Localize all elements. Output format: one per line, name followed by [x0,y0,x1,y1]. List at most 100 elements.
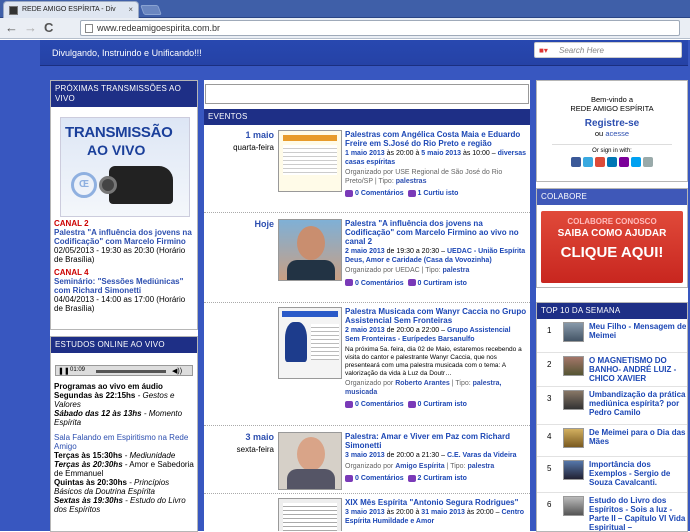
openid-icon[interactable] [643,157,653,167]
event-thumbnail[interactable] [278,219,342,281]
event-description: Na próxima 5a. feira, dia 02 de Maio, es… [345,346,522,377]
organizer-link[interactable]: Roberto Arantes [395,380,450,387]
search-input[interactable]: ■▾ Search Here [534,42,682,58]
canal2-title-link[interactable]: Palestra "A influência dos jovens na Cod… [54,228,196,246]
address-bar-row: ← → C www.redeamigoespirita.com.br [0,18,690,39]
comments-link[interactable]: 0 Comentários [355,475,404,482]
canal4-title-link[interactable]: Seminário: "Sessões Mediúnicas" com Rich… [54,277,196,295]
top10-link[interactable]: Meu Filho - Mensagem de Meimei [589,322,687,340]
event-type-link[interactable]: palestras [396,178,427,185]
close-tab-icon[interactable]: × [128,5,133,14]
top10-link[interactable]: Umbandização da prática mediúnica espíri… [589,390,687,417]
event-actions: 0 Comentários 1 Curtiu isto [345,189,527,198]
audio-player[interactable]: ❚❚ 01:09 ◀)) [55,365,193,376]
live-transmission-banner[interactable]: TRANSMISSÃO AO VIVO Œ [60,117,190,217]
top10-item[interactable]: 4 De Meimei para o Dia das Mães [537,425,687,457]
banner-line-2: AO VIVO [87,142,146,158]
linkedin-icon[interactable] [607,157,617,167]
back-icon[interactable]: ← [5,20,18,36]
event-date: Hoje [204,219,274,229]
browser-tab-strip: REDE AMIGO ESPÍRITA - Div × [0,0,690,18]
like-link[interactable]: 1 Curtiu isto [418,190,459,197]
event-title-link[interactable]: XIX Mês Espírita "Antonio Segura Rodrigu… [345,498,527,507]
top10-title: TOP 10 DA SEMANA [537,303,687,319]
event-title-link[interactable]: Palestra "A influência dos jovens na Cod… [345,219,527,246]
top-search-bar[interactable] [205,84,529,104]
event-thumbnail[interactable] [278,307,342,379]
event-organizer: Organizado por UEDAC | Tipo: palestra [345,267,527,276]
top10-item[interactable]: 2 O MAGNETISMO DO BANHO- ANDRÉ LUIZ - CHI… [537,353,687,387]
event-weekday: sexta-feira [236,445,274,454]
banner-line: SAIBA COMO AJUDAR [557,228,667,239]
event-sep: de 20:00 a 22:00 – [384,327,447,334]
top10-thumbnail [563,496,584,516]
organizer-link[interactable]: Amigo Espírita [395,463,444,470]
google-icon[interactable] [595,157,605,167]
event-row: Hoje Palestra "A influência dos jovens n… [204,213,530,303]
top10-thumbnail [563,460,584,480]
pause-icon[interactable]: ❚❚ [58,367,70,375]
top10-item[interactable]: 6 Estudo do Livro dos Espíritos - Sois a … [537,493,687,531]
event-row: 1 maio quarta-feira Palestras com Angéli… [204,126,530,213]
event-sep: às 10:00 – [461,150,498,157]
welcome-widget: Bem-vindo a REDE AMIGO ESPÍRITA Registre… [536,80,688,182]
search-placeholder: Search Here [559,46,604,55]
like-icon [407,400,416,408]
event-title-link[interactable]: Palestra: Amar e Viver em Paz com Richar… [345,432,527,450]
yahoo-icon[interactable] [619,157,629,167]
program-time: Segundas às 22:15hs [54,391,136,400]
colabore-banner[interactable]: COLABORE CONOSCO SAIBA COMO AJUDAR CLIQU… [541,211,683,283]
top10-link[interactable]: De Meimei para o Dia das Mães [589,428,687,446]
event-day: Hoje [254,219,274,229]
like-link[interactable]: 0 Curtiram isto [418,280,467,287]
like-link[interactable]: 2 Curtiram isto [418,475,467,482]
event-place-link[interactable]: C.E. Varas da Videira [447,452,517,459]
twitter-icon[interactable] [583,157,593,167]
event-text: Palestras com Angélica Costa Maia e Edua… [345,130,527,198]
top10-item[interactable]: 5 Importância dos Exemplos - Sergio de So… [537,457,687,493]
volume-icon[interactable]: ◀)) [172,367,182,375]
comments-link[interactable]: 0 Comentários [355,190,404,197]
organizer-text: Organizado por UEDAC | Tipo: [345,267,443,274]
top10-link[interactable]: Importância dos Exemplos - Sergio de Sou… [589,460,687,487]
event-title-link[interactable]: Palestras com Angélica Costa Maia e Edua… [345,130,527,148]
top10-link[interactable]: O MAGNETISMO DO BANHO- ANDRÉ LUIZ - CHIC… [589,356,687,383]
login-link[interactable]: acesse [605,129,629,138]
forward-icon[interactable]: → [24,20,37,36]
facebook-icon[interactable] [571,157,581,167]
player-time: 01:09 [70,367,86,373]
event-text: Palestra Musicada com Wanyr Caccia no Gr… [345,307,527,409]
event-thumbnail[interactable] [278,498,342,531]
register-link[interactable]: Registre-se [537,118,687,129]
top10-item[interactable]: 3 Umbandização da prática mediúnica espír… [537,387,687,425]
like-link[interactable]: 0 Curtiram isto [418,401,467,408]
event-organizer: Organizado por Roberto Arantes | Tipo: p… [345,380,527,397]
browser-tab[interactable]: REDE AMIGO ESPÍRITA - Div × [3,1,139,18]
colabore-widget: COLABORE COLABORE CONOSCO SAIBA COMO AJU… [536,188,688,288]
event-actions: 0 Comentários 0 Curtiram isto [345,400,527,409]
canal2-label: CANAL 2 [54,219,89,228]
event-day: 3 maio [245,432,274,442]
top10-item[interactable]: 1 Meu Filho - Mensagem de Meimei [537,319,687,353]
comment-icon [345,400,353,408]
new-tab-button[interactable] [140,5,162,15]
event-type-link[interactable]: palestra [443,267,470,274]
seek-bar[interactable] [96,370,166,373]
transmissions-widget: PRÓXIMAS TRANSMISSÕES AO VIVO TRANSMISSÃ… [50,80,198,330]
event-thumbnail[interactable] [278,432,342,490]
organizer-text: | Tipo: [444,462,468,470]
event-type-link[interactable]: palestra [467,463,494,470]
room-title-link[interactable]: Sala Falando em Espiritismo na Rede Amig… [54,433,196,451]
windows-live-icon[interactable] [631,157,641,167]
event-thumbnail[interactable] [278,130,342,192]
url-field[interactable]: www.redeamigoespirita.com.br [80,20,680,36]
event-text: Palestra: Amar e Viver em Paz com Richar… [345,432,527,483]
reload-icon[interactable]: C [44,20,53,36]
event-title-link[interactable]: Palestra Musicada com Wanyr Caccia no Gr… [345,307,527,325]
room-topic: - Mediunidade [122,451,176,460]
event-sep: de 19:30 a 20:30 – [384,248,447,255]
room-line: Sextas às 19:30hs - Estudo do Livro dos … [54,496,196,514]
top10-link[interactable]: Estudo do Livro dos Espíritos - Sois a l… [589,496,687,531]
comments-link[interactable]: 0 Comentários [355,401,404,408]
comments-link[interactable]: 0 Comentários [355,280,404,287]
